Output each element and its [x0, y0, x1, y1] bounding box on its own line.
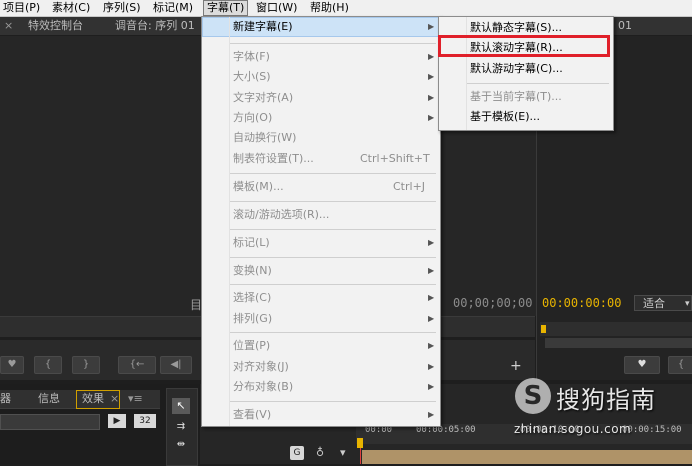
go-to-in-icon[interactable]: {← — [118, 356, 156, 374]
set-in-icon[interactable]: { — [668, 356, 692, 374]
menu-item-logo[interactable]: 标记(L) ▶ — [202, 233, 440, 253]
menu-separator — [230, 332, 436, 333]
tab-effect-controls[interactable]: 特效控制台 — [28, 17, 83, 35]
chevron-right-icon: ▶ — [428, 72, 435, 81]
32bit-effects-icon[interactable]: 32 — [134, 414, 156, 428]
chevron-right-icon: ▶ — [428, 22, 435, 31]
chevron-right-icon: ▶ — [428, 113, 435, 122]
add-button-icon[interactable]: + — [510, 359, 522, 373]
chevron-right-icon: ▶ — [428, 362, 435, 371]
menu-item-default-crawl[interactable]: 默认游动字幕(C)... — [439, 59, 613, 79]
menu-separator — [467, 83, 609, 84]
tab-program-sequence[interactable]: 01 — [618, 17, 632, 35]
menu-item-view[interactable]: 查看(V) ▶ — [202, 405, 440, 425]
menu-item-select[interactable]: 选择(C) ▶ — [202, 288, 440, 308]
tab-audio-mixer[interactable]: 调音台: 序列 01 — [115, 17, 195, 35]
effects-search-input[interactable] — [0, 414, 100, 430]
project-panel-tabbar: 器 信息 效果 × ▾≡ — [0, 390, 160, 409]
menu-item-arrange[interactable]: 排列(G) ▶ — [202, 309, 440, 329]
menu-separator — [230, 43, 436, 44]
chevron-right-icon: ▶ — [428, 314, 435, 323]
set-out-icon[interactable]: } — [72, 356, 100, 374]
menu-title[interactable]: 字幕(T) — [203, 0, 249, 16]
menu-item-position[interactable]: 位置(P) ▶ — [202, 336, 440, 356]
add-marker-icon[interactable]: ▾ — [340, 446, 346, 459]
accelerated-effects-icon[interactable]: ▶ — [108, 414, 126, 428]
menu-item-new-title[interactable]: 新建字幕(E) ▶ — [202, 17, 440, 37]
menu-separator — [230, 173, 436, 174]
selection-tool-icon[interactable]: ↖ — [172, 398, 190, 414]
menu-item-size[interactable]: 大小(S) ▶ — [202, 67, 440, 87]
chevron-right-icon: ▶ — [428, 341, 435, 350]
chevron-right-icon: ▶ — [428, 266, 435, 275]
sogou-logo-icon: S — [515, 378, 551, 414]
menu-item-templates[interactable]: 模板(M)... Ctrl+J — [202, 177, 440, 197]
chevron-down-icon: ▾ — [685, 299, 690, 309]
work-area-bar[interactable] — [362, 450, 692, 464]
program-scroll-bar[interactable] — [545, 338, 692, 348]
program-timecode[interactable]: 00:00:00:00 — [542, 296, 621, 310]
playhead-icon[interactable] — [541, 325, 546, 333]
chevron-right-icon: ▶ — [428, 410, 435, 419]
menu-separator — [230, 229, 436, 230]
annotation-highlight-box — [438, 35, 610, 57]
menu-item-orientation[interactable]: 方向(O) ▶ — [202, 108, 440, 128]
close-icon[interactable]: × — [110, 390, 119, 408]
marker-icon[interactable]: ♥ — [0, 356, 24, 374]
menu-item-based-on-current[interactable]: 基于当前字幕(T)... — [439, 87, 613, 107]
menu-separator — [230, 284, 436, 285]
tab-info[interactable]: 信息 — [38, 390, 60, 408]
menu-sequence[interactable]: 序列(S) — [100, 0, 144, 16]
menu-item-roll-crawl-options[interactable]: 滚动/游动选项(R)... — [202, 205, 440, 225]
chevron-right-icon: ▶ — [428, 382, 435, 391]
title-menu-dropdown: 新建字幕(E) ▶ 字体(F) ▶ 大小(S) ▶ 文字对齐(A) ▶ 方向(O) ▶ 自… — [201, 16, 441, 427]
panel-menu-icon[interactable]: ▾≡ — [128, 390, 143, 408]
menu-item-align-objects[interactable]: 对齐对象(J) ▶ — [202, 357, 440, 377]
tab-media-browser[interactable]: 器 — [0, 390, 11, 408]
menu-item-based-on-template[interactable]: 基于模板(E)... — [439, 107, 613, 127]
menu-item-tab-stops[interactable]: 制表符设置(T)... Ctrl+Shift+T — [202, 149, 440, 169]
zoom-select[interactable]: 适合 ▾ — [634, 295, 692, 311]
menu-bar: 项目(P) 素材(C) 序列(S) 标记(M) 字幕(T) 窗口(W) 帮助(H… — [0, 0, 692, 17]
program-timeline-ruler[interactable] — [540, 322, 692, 336]
tab-effects[interactable]: 效果 — [82, 390, 104, 408]
chevron-right-icon: ▶ — [428, 93, 435, 102]
source-timecode: 00;00;00;00 — [453, 296, 533, 310]
menu-item-text-align[interactable]: 文字对齐(A) ▶ — [202, 88, 440, 108]
timeline-playhead-icon[interactable] — [357, 438, 363, 448]
keyframe-icon[interactable]: ♁ — [316, 446, 324, 459]
menu-separator — [230, 401, 436, 402]
chevron-right-icon: ▶ — [428, 293, 435, 302]
marker-icon[interactable]: ♥ — [624, 356, 660, 374]
menu-separator — [230, 257, 436, 258]
menu-project[interactable]: 项目(P) — [0, 0, 43, 16]
watermark-brand: 搜狗指南 — [556, 386, 656, 414]
track-select-tool-icon[interactable]: ⇉ — [172, 420, 190, 434]
watermark-url: zhinan.sogou.com — [514, 422, 632, 436]
step-back-icon[interactable]: ◀| — [160, 356, 192, 374]
timeline-playhead-line — [360, 448, 361, 464]
menu-separator — [230, 201, 436, 202]
menu-clip[interactable]: 素材(C) — [49, 0, 93, 16]
close-icon[interactable]: × — [4, 17, 13, 35]
menu-item-word-wrap[interactable]: 自动换行(W) — [202, 128, 440, 148]
menu-item-font[interactable]: 字体(F) ▶ — [202, 47, 440, 67]
ripple-edit-tool-icon[interactable]: ⇹ — [172, 438, 190, 452]
menu-item-transform[interactable]: 变换(N) ▶ — [202, 261, 440, 281]
set-in-icon[interactable]: { — [34, 356, 62, 374]
new-title-submenu: 默认静态字幕(S)... 默认滚动字幕(R)... 默认游动字幕(C)... 基… — [438, 16, 614, 131]
menu-marker[interactable]: 标记(M) — [150, 0, 196, 16]
zoom-select-value: 适合 — [643, 297, 665, 310]
chevron-right-icon: ▶ — [428, 238, 435, 247]
menu-help[interactable]: 帮助(H) — [307, 0, 352, 16]
chevron-right-icon: ▶ — [428, 52, 435, 61]
menu-window[interactable]: 窗口(W) — [253, 0, 300, 16]
menu-item-distribute-objects[interactable]: 分布对象(B) ▶ — [202, 377, 440, 397]
snap-icon[interactable]: G — [290, 446, 304, 460]
